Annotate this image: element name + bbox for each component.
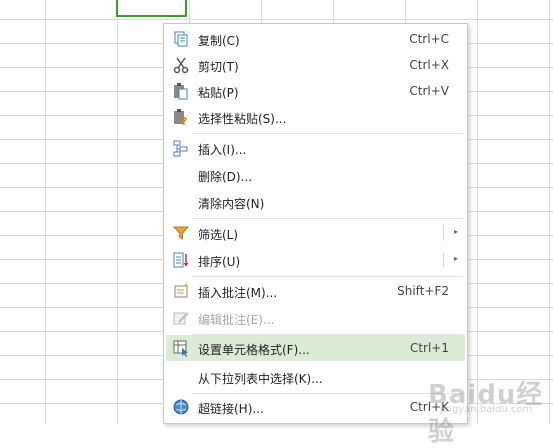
menu-separator [192, 133, 463, 134]
context-menu: 复制(C) Ctrl+C 剪切(T) Ctrl+X 粘贴(P) Ctrl+V ?… [163, 23, 468, 424]
submenu-arrow-icon: ▸ [453, 254, 458, 263]
menu-item-paste-special[interactable]: ? 选择性粘贴(S)... [166, 104, 465, 130]
menu-item-label: 删除(D)... [198, 170, 253, 184]
menu-separator [192, 276, 463, 277]
menu-item-delete[interactable]: 删除(D)... [166, 162, 465, 188]
menu-item-label: 剪切(T) [198, 60, 239, 74]
selected-cell[interactable] [116, 0, 187, 17]
menu-item-label: 筛选(L) [198, 228, 239, 242]
submenu-divider [443, 225, 444, 241]
menu-item-edit-comment[interactable]: 编辑批注(E)... [166, 305, 465, 331]
menu-item-label: 排序(U) [198, 255, 241, 269]
menu-item-shortcut: Ctrl+V [409, 84, 449, 98]
menu-separator [192, 218, 463, 219]
watermark: Baidu经验 jingyan.baidu.com [418, 374, 548, 447]
menu-item-label: 粘贴(P) [198, 86, 239, 100]
scissors-icon [172, 56, 190, 74]
watermark-url: jingyan.baidu.com [440, 404, 533, 415]
menu-item-sort[interactable]: 排序(U) ▸ [166, 247, 465, 273]
menu-item-clear-contents[interactable]: 清除内容(N) [166, 189, 465, 215]
menu-item-format-cells[interactable]: 设置单元格格式(F)... Ctrl+1 [166, 335, 465, 361]
menu-item-insert[interactable]: 插入(I)... [166, 135, 465, 161]
menu-item-filter[interactable]: 筛选(L) ▸ [166, 220, 465, 246]
menu-item-paste[interactable]: 粘贴(P) Ctrl+V [166, 78, 465, 104]
copy-icon [172, 30, 190, 48]
menu-item-shortcut: Ctrl+C [409, 32, 449, 46]
menu-item-label: 超链接(H)... [198, 402, 264, 416]
paste-icon [172, 82, 190, 100]
format-cells-icon [172, 339, 190, 357]
menu-item-label: 插入(I)... [198, 143, 247, 157]
menu-item-label: 清除内容(N) [198, 197, 265, 211]
menu-item-label: 复制(C) [198, 34, 240, 48]
menu-item-label: 从下拉列表中选择(K)... [198, 372, 323, 386]
filter-icon [172, 224, 190, 242]
menu-item-cut[interactable]: 剪切(T) Ctrl+X [166, 52, 465, 78]
insert-icon [172, 139, 190, 157]
paste-special-icon: ? [172, 108, 190, 128]
menu-item-label: 选择性粘贴(S)... [198, 112, 287, 126]
menu-item-insert-comment[interactable]: 插入批注(M)... Shift+F2 [166, 278, 465, 304]
submenu-arrow-icon: ▸ [453, 227, 458, 236]
menu-item-label: 插入批注(M)... [198, 286, 278, 300]
submenu-divider [443, 252, 444, 268]
edit-comment-icon [172, 309, 190, 327]
menu-item-copy[interactable]: 复制(C) Ctrl+C [166, 26, 465, 52]
menu-item-shortcut: Ctrl+1 [409, 341, 449, 355]
menu-item-shortcut: Ctrl+X [409, 58, 449, 72]
insert-comment-icon [172, 282, 190, 300]
sort-icon [172, 251, 190, 269]
svg-text:?: ? [181, 115, 187, 126]
menu-item-label: 设置单元格格式(F)... [198, 343, 310, 357]
hyperlink-icon [172, 398, 190, 416]
menu-item-shortcut: Shift+F2 [397, 284, 449, 298]
menu-item-label: 编辑批注(E)... [198, 313, 275, 327]
